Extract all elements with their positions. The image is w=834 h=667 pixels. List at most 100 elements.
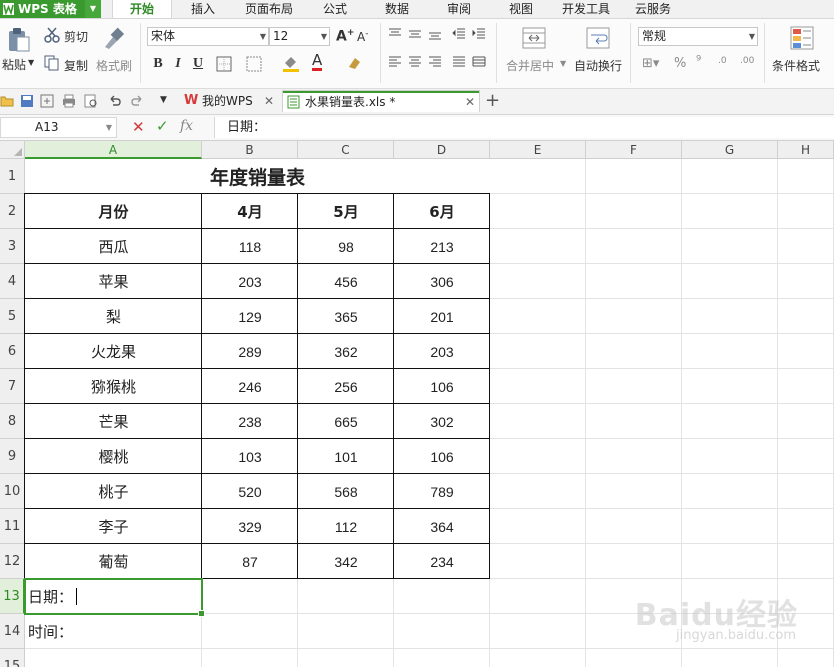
sales-value-cell[interactable]: 234 [394, 544, 490, 579]
paste-dropdown-icon[interactable]: ▼ [28, 58, 34, 67]
wrap-text-button[interactable]: 自动换行 [574, 57, 622, 74]
row-header-2[interactable]: 2 [0, 194, 25, 229]
tab-7[interactable]: 开发工具 [556, 0, 616, 18]
quick-access-dropdown-icon[interactable]: ▼ [160, 95, 167, 105]
select-all-button[interactable] [0, 141, 25, 159]
wrap-text-icon[interactable] [586, 27, 610, 49]
sales-value-cell[interactable]: 101 [298, 439, 394, 474]
paste-icon[interactable] [7, 27, 31, 53]
sales-value-cell[interactable]: 520 [202, 474, 298, 509]
save-as-icon[interactable] [40, 94, 54, 108]
row-header-4[interactable]: 4 [0, 264, 25, 299]
table-header-cell[interactable]: 月份 [25, 194, 202, 229]
tab-5[interactable]: 审阅 [436, 0, 482, 18]
increase-decimal-icon[interactable]: .0 [718, 56, 727, 66]
sheet-title[interactable]: 年度销量表 [25, 159, 490, 193]
column-header-a[interactable]: A [25, 141, 202, 159]
print-icon[interactable] [62, 94, 76, 108]
tab-6[interactable]: 视图 [498, 0, 544, 18]
redo-icon[interactable] [130, 94, 144, 108]
sales-value-cell[interactable]: 87 [202, 544, 298, 579]
row-header-12[interactable]: 12 [0, 544, 25, 579]
conditional-format-button[interactable]: 条件格式 [772, 57, 820, 74]
fruit-name-cell[interactable]: 樱桃 [25, 439, 202, 474]
tab-0[interactable]: 开始 [112, 0, 172, 18]
column-header-b[interactable]: B [202, 141, 298, 159]
increase-font-size-icon[interactable]: A+ [336, 28, 354, 45]
close-icon[interactable]: ✕ [465, 91, 475, 113]
row-header-6[interactable]: 6 [0, 334, 25, 369]
sales-value-cell[interactable]: 342 [298, 544, 394, 579]
column-header-f[interactable]: F [586, 141, 682, 159]
sales-value-cell[interactable]: 306 [394, 264, 490, 299]
row-header-5[interactable]: 5 [0, 299, 25, 334]
fruit-name-cell[interactable]: 梨 [25, 299, 202, 334]
column-header-d[interactable]: D [394, 141, 490, 159]
sales-value-cell[interactable]: 106 [394, 369, 490, 404]
sales-value-cell[interactable]: 568 [298, 474, 394, 509]
time-cell[interactable]: 时间： [25, 614, 202, 649]
decrease-font-size-icon[interactable]: A- [357, 29, 368, 44]
fruit-name-cell[interactable]: 火龙果 [25, 334, 202, 369]
sales-value-cell[interactable]: 365 [298, 299, 394, 334]
sales-value-cell[interactable]: 362 [298, 334, 394, 369]
sales-value-cell[interactable]: 665 [298, 404, 394, 439]
row-header-8[interactable]: 8 [0, 404, 25, 439]
sales-value-cell[interactable]: 201 [394, 299, 490, 334]
column-header-e[interactable]: E [490, 141, 586, 159]
column-header-c[interactable]: C [298, 141, 394, 159]
format-painter-button[interactable]: 格式刷 [96, 57, 132, 74]
table-header-cell[interactable]: 5月 [298, 194, 394, 229]
tab-8[interactable]: 云服务 [626, 0, 680, 18]
sales-value-cell[interactable]: 289 [202, 334, 298, 369]
font-name-select[interactable]: 宋体 ▼ [147, 27, 269, 46]
sales-value-cell[interactable]: 106 [394, 439, 490, 474]
app-menu-caret-icon[interactable]: ▼ [85, 0, 101, 18]
column-header-h[interactable]: H [778, 141, 834, 159]
align-left-icon[interactable] [388, 56, 402, 68]
decrease-indent-icon[interactable] [452, 28, 466, 40]
fill-handle[interactable] [198, 610, 205, 617]
spreadsheet-grid[interactable]: A B C D E F G H 1 2 3 4 5 6 7 8 9 10 11 12 13 14 15 年度销量表 月份 4月 5月… [0, 141, 834, 667]
sales-value-cell[interactable]: 213 [394, 229, 490, 264]
sales-value-cell[interactable]: 118 [202, 229, 298, 264]
underline-button[interactable]: U [190, 56, 206, 72]
sales-value-cell[interactable]: 98 [298, 229, 394, 264]
sales-value-cell[interactable]: 129 [202, 299, 298, 334]
fruit-name-cell[interactable]: 苹果 [25, 264, 202, 299]
open-folder-icon[interactable] [0, 94, 14, 108]
fruit-name-cell[interactable]: 李子 [25, 509, 202, 544]
format-painter-icon[interactable] [101, 27, 125, 51]
sales-value-cell[interactable]: 103 [202, 439, 298, 474]
thousands-format-icon[interactable]: ⁹ [696, 54, 701, 69]
sales-value-cell[interactable]: 203 [394, 334, 490, 369]
align-bottom-icon[interactable] [428, 28, 442, 40]
tab-3[interactable]: 公式 [312, 0, 358, 18]
table-header-cell[interactable]: 6月 [394, 194, 490, 229]
sales-value-cell[interactable]: 456 [298, 264, 394, 299]
row-header-10[interactable]: 10 [0, 474, 25, 509]
row-header-11[interactable]: 11 [0, 509, 25, 544]
doc-tab-my-wps[interactable]: W 我的WPS ✕ [178, 90, 280, 112]
sales-value-cell[interactable]: 246 [202, 369, 298, 404]
distributed-align-icon[interactable] [472, 56, 486, 68]
tab-4[interactable]: 数据 [374, 0, 420, 18]
merge-dropdown-icon[interactable]: ▼ [560, 59, 566, 68]
align-center-icon[interactable] [408, 56, 422, 68]
tab-1[interactable]: 插入 [180, 0, 226, 18]
new-tab-icon[interactable]: + [485, 90, 500, 111]
formula-input[interactable]: 日期： [214, 117, 834, 138]
percent-format-icon[interactable]: % [674, 56, 686, 71]
sales-value-cell[interactable]: 329 [202, 509, 298, 544]
row-header-13[interactable]: 13 [0, 579, 25, 614]
align-right-icon[interactable] [428, 56, 442, 68]
cancel-edit-icon[interactable]: ✕ [132, 118, 145, 136]
table-header-cell[interactable]: 4月 [202, 194, 298, 229]
fruit-name-cell[interactable]: 葡萄 [25, 544, 202, 579]
align-middle-icon[interactable] [408, 28, 422, 40]
number-format-select[interactable]: 常规 ▼ [638, 27, 758, 46]
row-header-15[interactable]: 15 [0, 649, 25, 667]
insert-function-button[interactable]: fx [180, 118, 193, 134]
name-box[interactable]: A13 ▼ [0, 117, 117, 138]
currency-format-icon[interactable]: ⊞▾ [642, 56, 659, 71]
